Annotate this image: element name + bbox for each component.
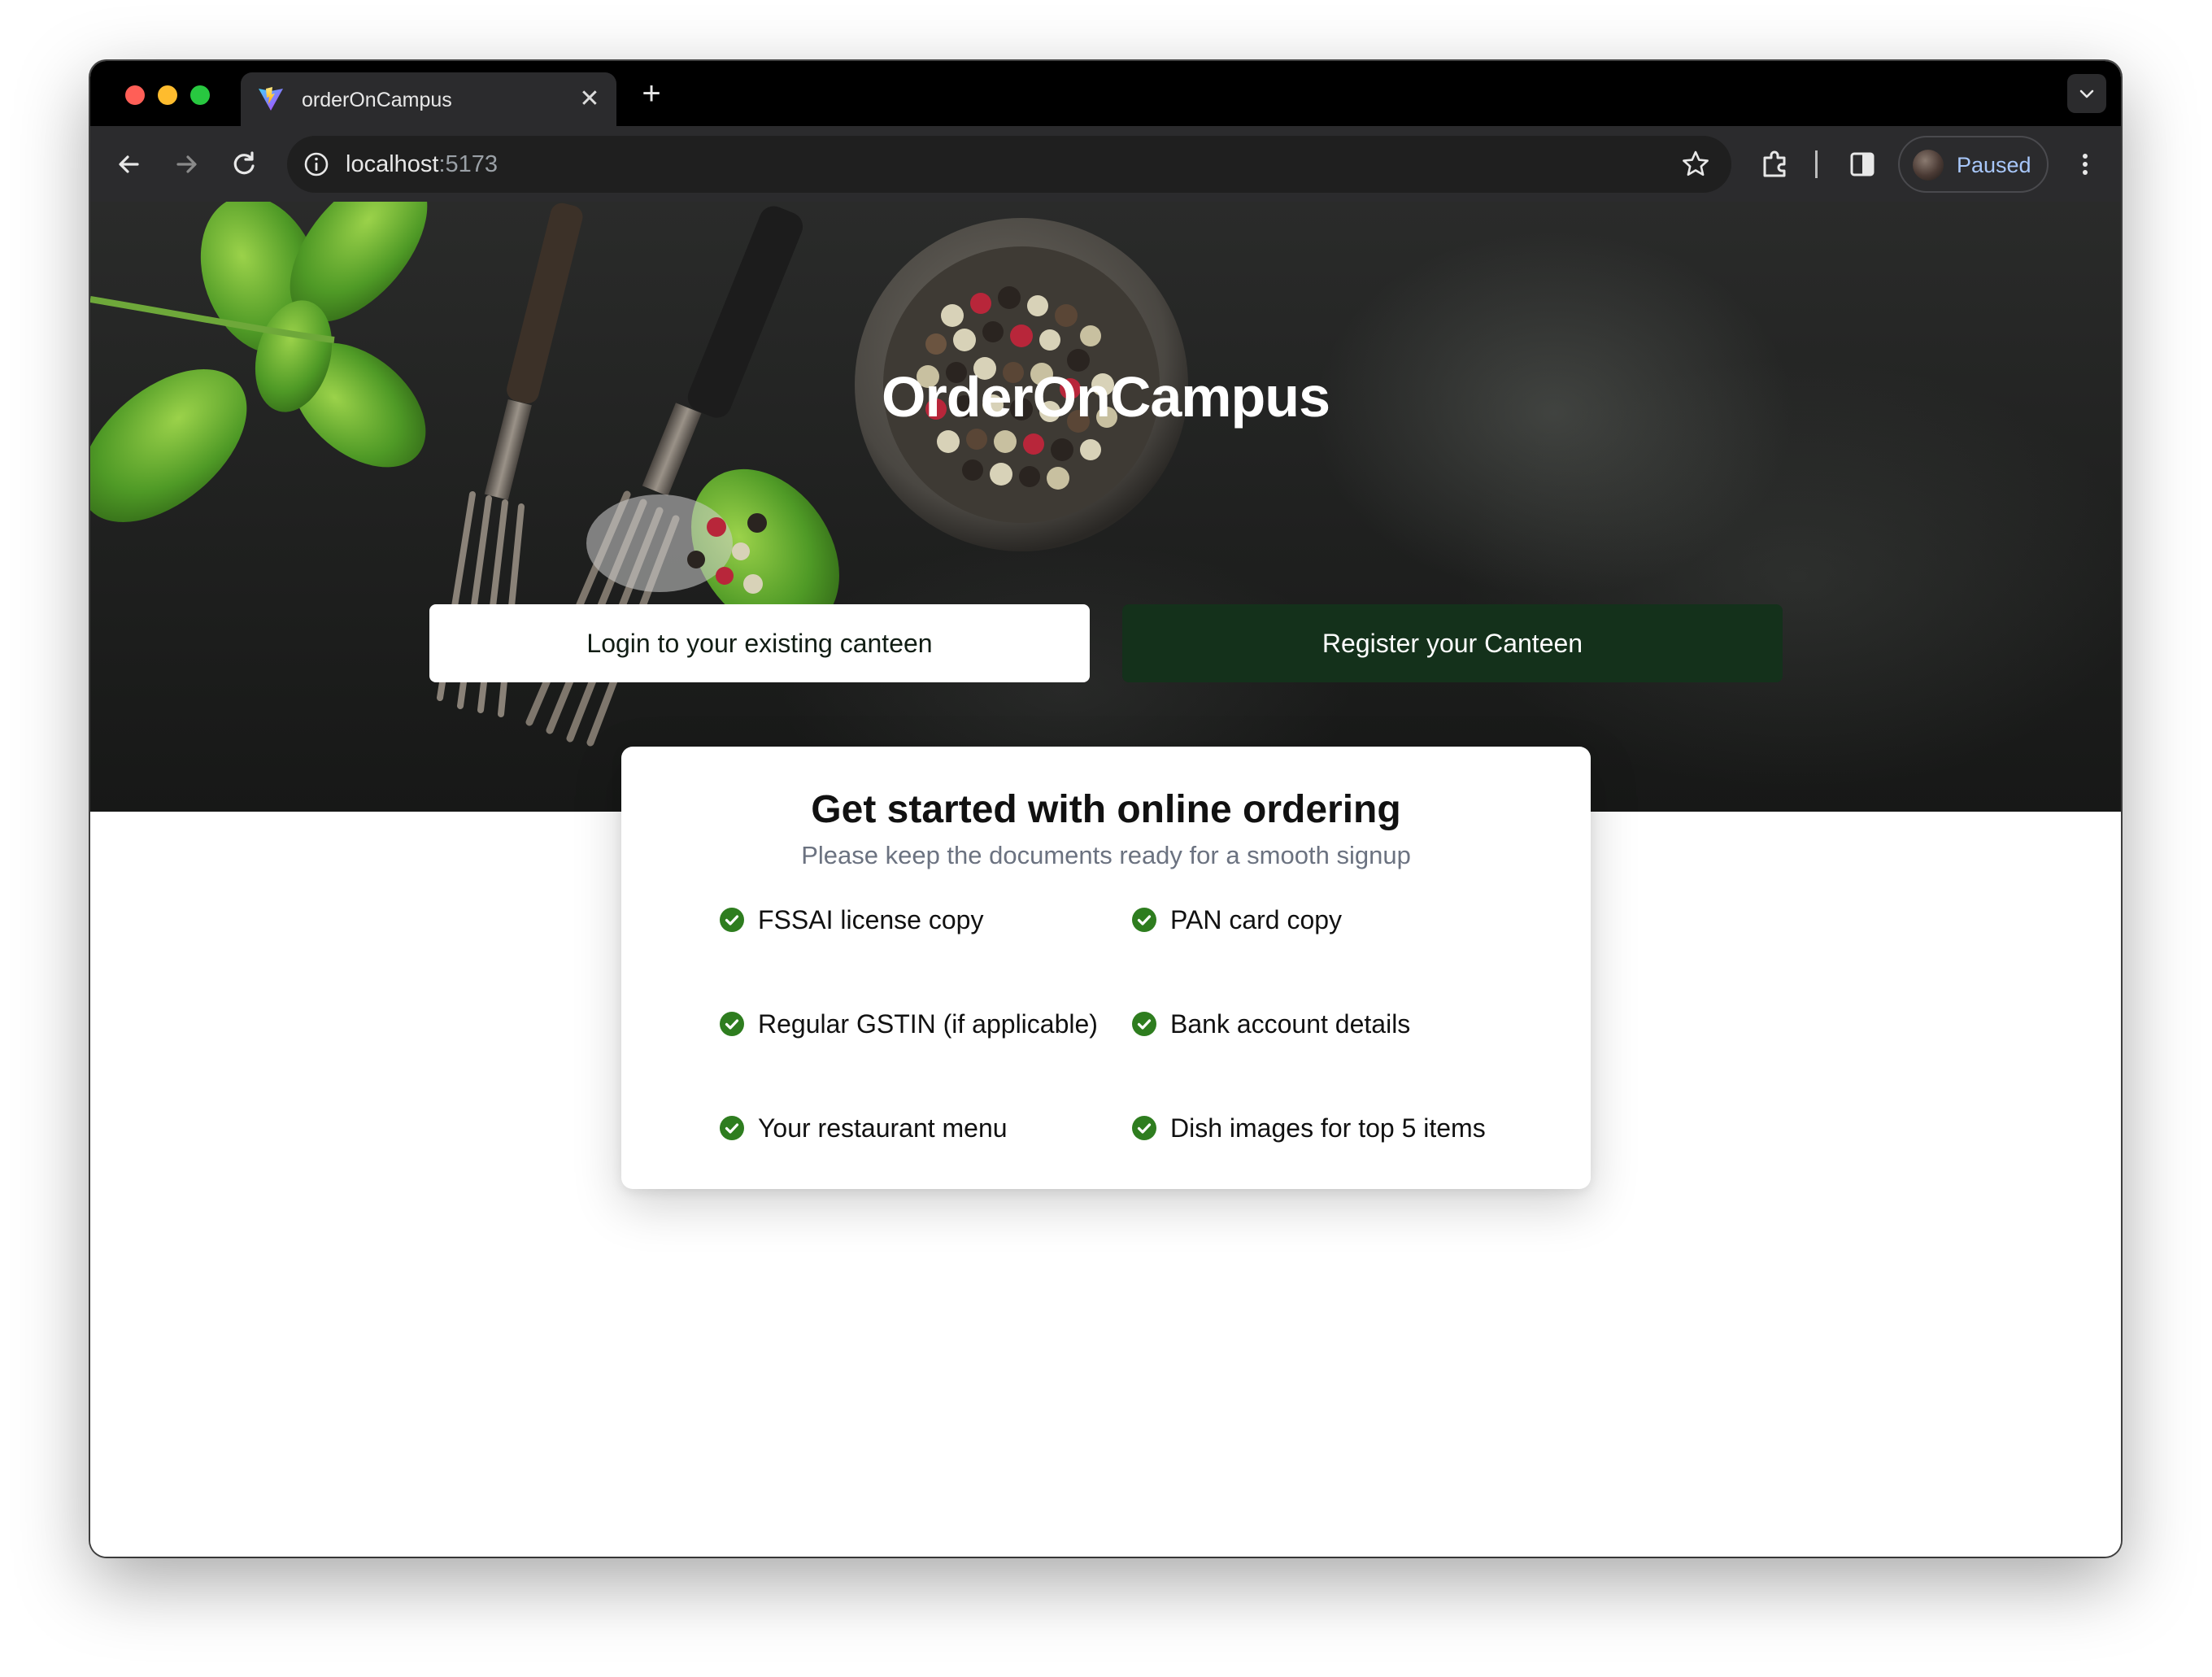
browser-toolbar: localhost:5173 Paused: [90, 126, 2121, 202]
register-button[interactable]: Register your Canteen: [1122, 604, 1783, 682]
profile-status-label: Paused: [1957, 153, 2031, 177]
info-icon[interactable]: [302, 150, 331, 179]
puzzle-icon[interactable]: [1757, 146, 1793, 182]
vite-logo-icon: [259, 87, 283, 111]
close-window-button[interactable]: [125, 85, 145, 105]
check-circle-icon: [720, 908, 744, 932]
toolbar-separator: [1815, 150, 1818, 178]
back-arrow-icon[interactable]: [111, 146, 147, 182]
forward-arrow-icon[interactable]: [168, 146, 204, 182]
requirement-label: FSSAI license copy: [758, 905, 984, 934]
login-button[interactable]: Login to your existing canteen: [429, 604, 1090, 682]
reload-icon[interactable]: [226, 146, 262, 182]
signup-requirements-card: Get started with online ordering Please …: [621, 747, 1591, 1189]
hero-banner: OrderOnCampus Login to your existing can…: [90, 202, 2121, 812]
avatar: [1913, 150, 1944, 181]
minimize-window-button[interactable]: [158, 85, 177, 105]
address-bar[interactable]: localhost:5173: [287, 136, 1731, 193]
tab-search-button[interactable]: [2067, 74, 2106, 113]
check-circle-icon: [720, 1012, 744, 1036]
close-tab-icon[interactable]: ✕: [574, 84, 605, 115]
card-subtitle: Please keep the documents ready for a sm…: [801, 841, 1411, 869]
url-port: :5173: [438, 151, 499, 177]
url-text: localhost:5173: [346, 151, 498, 177]
url-host: localhost: [346, 151, 439, 177]
card-title: Get started with online ordering: [811, 788, 1401, 831]
requirement-label: Dish images for top 5 items: [1170, 1113, 1486, 1143]
check-circle-icon: [1132, 1012, 1156, 1036]
tab-strip: orderOnCampus ✕ +: [90, 61, 2121, 126]
check-circle-icon: [1132, 908, 1156, 932]
side-panel-icon[interactable]: [1844, 146, 1880, 182]
requirement-label: PAN card copy: [1170, 905, 1343, 934]
browser-tab-active[interactable]: orderOnCampus ✕: [241, 72, 616, 126]
browser-window: orderOnCampus ✕ + localhost:5173 Paused …: [90, 61, 2121, 1557]
profile-button[interactable]: Paused: [1898, 136, 2049, 193]
new-tab-button[interactable]: +: [635, 77, 668, 110]
requirement-label: Regular GSTIN (if applicable): [758, 1009, 1098, 1039]
kebab-menu-icon[interactable]: [2067, 146, 2103, 182]
hero-food-image: [90, 202, 1188, 747]
check-circle-icon: [720, 1116, 744, 1140]
zoom-window-button[interactable]: [190, 85, 210, 105]
check-circle-icon: [1132, 1116, 1156, 1140]
chevron-down-icon: [2079, 89, 2094, 98]
page-content: OrderOnCampus Login to your existing can…: [90, 202, 2121, 1557]
hero-title: OrderOnCampus: [882, 365, 1330, 429]
requirement-label: Bank account details: [1170, 1009, 1411, 1039]
tab-title: orderOnCampus: [302, 89, 452, 111]
requirement-label: Your restaurant menu: [758, 1113, 1008, 1143]
star-icon[interactable]: [1679, 148, 1712, 181]
